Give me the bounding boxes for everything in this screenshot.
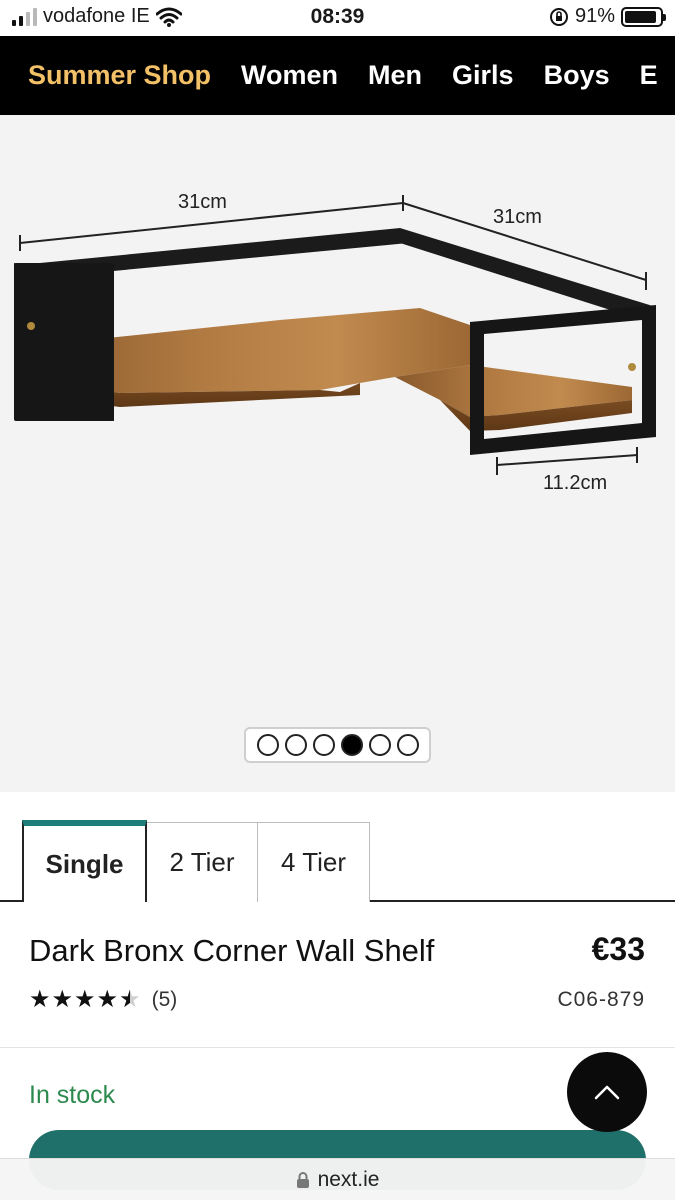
image-pagination [244,727,431,763]
status-right: 91% [549,5,666,28]
divider [0,1047,675,1048]
dimension-label-width: 31cm [178,191,227,213]
pagination-dot[interactable] [340,734,363,756]
status-bar: vodafone IE 08:39 91% [0,0,675,36]
pagination-dot[interactable] [256,734,279,756]
nav-item-summer-shop[interactable]: Summer Shop [28,60,211,91]
product-code: C06-879 [557,988,645,1011]
product-rating[interactable]: ★★★★★ (5) [29,985,177,1014]
nav-item-truncated[interactable]: E [640,60,658,91]
browser-url-bar[interactable]: next.ie [0,1158,675,1200]
product-title: Dark Bronx Corner Wall Shelf [29,933,435,968]
category-nav: Summer Shop Women Men Girls Boys E [0,36,675,115]
pagination-dot[interactable] [284,734,307,756]
tab-single[interactable]: Single [22,820,147,902]
nav-item-boys[interactable]: Boys [544,60,610,91]
pagination-dot[interactable] [368,734,391,756]
nav-item-women[interactable]: Women [241,60,338,91]
tab-2-tier[interactable]: 2 Tier [146,822,258,902]
orientation-lock-icon [549,7,568,26]
url-text: next.ie [317,1167,380,1191]
battery-percent: 91% [574,5,615,27]
rating-stars-icon: ★★★★★ [29,985,142,1014]
chevron-up-icon [594,1085,620,1100]
dimension-label-shelf-depth: 11.2cm [543,472,607,494]
tab-4-tier[interactable]: 4 Tier [257,822,370,902]
review-count: (5) [151,987,178,1011]
battery-icon [621,6,666,27]
product-image-corner-shelf: 31cm 31cm 11.2cm [14,191,656,494]
nav-item-men[interactable]: Men [368,60,422,91]
lock-icon [296,1171,309,1188]
variant-tabs: Single 2 Tier 4 Tier [0,820,675,902]
pagination-dot[interactable] [312,734,335,756]
dimension-label-depth: 31cm [493,206,542,228]
nav-item-girls[interactable]: Girls [452,60,514,91]
stock-status: In stock [29,1081,116,1109]
back-to-top-button[interactable] [567,1052,647,1132]
product-image-gallery[interactable]: 31cm 31cm 11.2cm [0,115,675,792]
product-price: €33 [591,931,645,967]
pagination-dot[interactable] [396,734,419,756]
